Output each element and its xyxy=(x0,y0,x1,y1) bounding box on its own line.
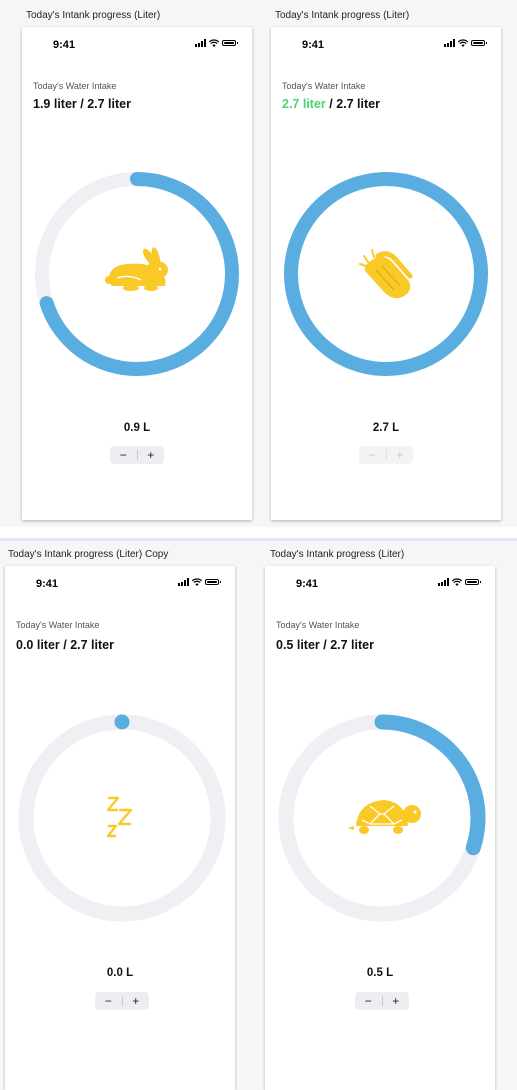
status-icons xyxy=(195,39,238,47)
cellular-signal-icon xyxy=(444,39,455,47)
status-time: 9:41 xyxy=(302,39,325,51)
rabbit-icon xyxy=(105,247,168,291)
intake-label: Today's Water Intake xyxy=(33,81,117,91)
status-icons xyxy=(178,578,221,586)
quantity-stepper[interactable]: − + xyxy=(95,992,149,1010)
decrement-button[interactable]: − xyxy=(95,992,122,1010)
intake-current: 0.5 liter xyxy=(276,638,320,652)
quantity-stepper[interactable]: − + xyxy=(355,992,409,1010)
frame-title[interactable]: Today's Intank progress (Liter) xyxy=(275,10,409,21)
phone-frame: 9:41 Today's Water Intake 0.0 liter / 2.… xyxy=(5,566,235,1090)
sleeping-zzz-icon xyxy=(106,796,133,838)
intake-label: Today's Water Intake xyxy=(16,620,100,630)
intake-current: 1.9 liter xyxy=(33,97,77,111)
progress-ring xyxy=(278,714,486,922)
quantity-stepper[interactable]: − + xyxy=(359,446,413,464)
increment-button[interactable]: + xyxy=(387,446,414,464)
phone-frame: 9:41 Today's Water Intake 0.5 liter / 2.… xyxy=(265,566,495,1090)
intake-value: 0.0 liter / 2.7 liter xyxy=(16,638,114,652)
battery-icon xyxy=(222,40,238,46)
decrement-button[interactable]: − xyxy=(355,992,382,1010)
wifi-icon xyxy=(192,578,202,586)
amount-label: 0.0 L xyxy=(106,967,134,979)
intake-goal: 2.7 liter xyxy=(330,638,374,652)
phone-frame: 9:41 Today's Water Intake 1.9 liter / 2.… xyxy=(22,27,252,520)
amount-label: 0.9 L xyxy=(123,422,151,434)
intake-current: 2.7 liter xyxy=(282,97,326,111)
increment-button[interactable]: + xyxy=(123,992,150,1010)
cellular-signal-icon xyxy=(195,39,206,47)
wifi-icon xyxy=(458,39,468,47)
intake-current: 0.0 liter xyxy=(16,638,60,652)
battery-icon xyxy=(205,579,221,585)
intake-separator: / xyxy=(319,638,331,652)
cellular-signal-icon xyxy=(178,578,189,586)
increment-button[interactable]: + xyxy=(383,992,410,1010)
ring-track xyxy=(18,714,226,922)
intake-separator: / xyxy=(325,97,337,111)
status-time: 9:41 xyxy=(53,39,76,51)
status-icons xyxy=(438,578,481,586)
quantity-stepper[interactable]: − + xyxy=(110,446,164,464)
battery-icon xyxy=(465,579,481,585)
intake-label: Today's Water Intake xyxy=(276,620,360,630)
phone-frame: 9:41 Today's Water Intake 2.7 liter / 2.… xyxy=(271,27,501,520)
intake-value: 0.5 liter / 2.7 liter xyxy=(276,638,374,652)
amount-label: 0.5 L xyxy=(366,967,394,979)
intake-value: 1.9 liter / 2.7 liter xyxy=(33,97,131,111)
turtle-icon xyxy=(348,800,421,834)
status-time: 9:41 xyxy=(296,578,319,590)
clapping-hands-icon xyxy=(359,249,413,299)
cellular-signal-icon xyxy=(438,578,449,586)
frame-title[interactable]: Today's Intank progress (Liter) xyxy=(270,549,404,560)
intake-goal: 2.7 liter xyxy=(336,97,380,111)
intake-label: Today's Water Intake xyxy=(282,81,366,91)
decrement-button[interactable]: − xyxy=(110,446,137,464)
progress-ring xyxy=(284,172,488,376)
intake-value: 2.7 liter / 2.7 liter xyxy=(282,97,380,111)
frame-title[interactable]: Today's Intank progress (Liter) xyxy=(26,10,160,21)
intake-goal: 2.7 liter xyxy=(70,638,114,652)
decrement-button[interactable]: − xyxy=(359,446,386,464)
status-icons xyxy=(444,39,487,47)
progress-ring xyxy=(35,172,239,376)
intake-separator: / xyxy=(76,97,88,111)
amount-label: 2.7 L xyxy=(372,422,400,434)
intake-separator: / xyxy=(59,638,71,652)
wifi-icon xyxy=(452,578,462,586)
status-time: 9:41 xyxy=(36,578,59,590)
increment-button[interactable]: + xyxy=(138,446,165,464)
progress-ring xyxy=(18,714,226,922)
battery-icon xyxy=(471,40,487,46)
wifi-icon xyxy=(209,39,219,47)
intake-goal: 2.7 liter xyxy=(87,97,131,111)
frame-title[interactable]: Today's Intank progress (Liter) Copy xyxy=(8,549,168,560)
